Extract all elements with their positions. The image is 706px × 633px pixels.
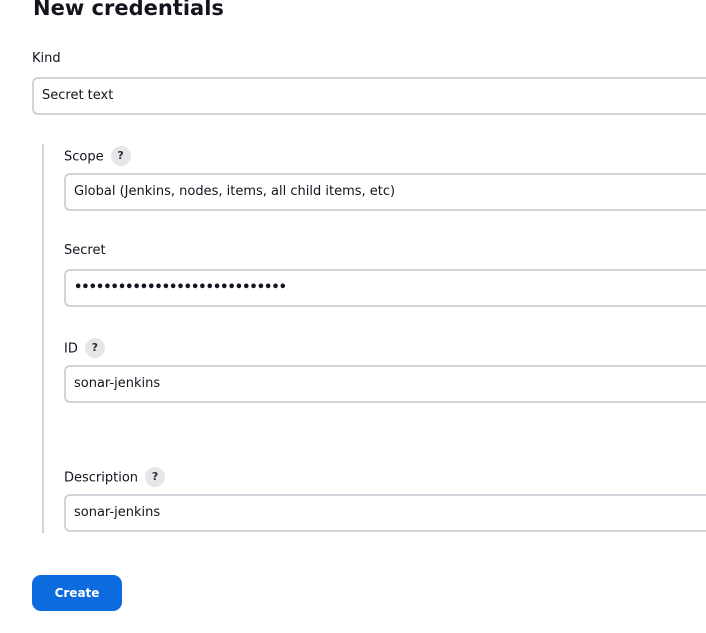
kind-select[interactable]: Secret text — [32, 77, 706, 115]
description-input-value: sonar-jenkins — [74, 505, 161, 520]
secret-label: Secret — [64, 243, 106, 259]
description-label: Description? — [64, 467, 166, 488]
id-input[interactable]: sonar-jenkins — [64, 365, 706, 403]
secret-label-text: Secret — [64, 243, 106, 258]
create-button[interactable]: Create — [32, 575, 122, 611]
secret-input-value: ••••••••••••••••••••••••••••• — [74, 280, 287, 295]
new-credentials-page: New credentials Kind Secret text Scope? … — [0, 0, 706, 633]
id-help-icon[interactable]: ? — [84, 338, 105, 358]
id-label-text: ID — [64, 341, 78, 357]
scope-select[interactable]: Global (Jenkins, nodes, items, all child… — [64, 173, 706, 211]
kind-label: Kind — [32, 51, 61, 67]
id-input-value: sonar-jenkins — [74, 376, 161, 391]
page-title: New credentials — [33, 0, 224, 20]
id-label: ID? — [64, 338, 105, 359]
scope-help-icon[interactable]: ? — [110, 146, 131, 166]
nested-section-rule — [42, 144, 44, 533]
description-help-icon[interactable]: ? — [145, 467, 166, 487]
kind-select-value: Secret text — [42, 88, 114, 103]
scope-select-value: Global (Jenkins, nodes, items, all child… — [74, 184, 396, 199]
secret-input[interactable]: ••••••••••••••••••••••••••••• — [64, 269, 706, 307]
description-label-text: Description — [64, 470, 139, 486]
scope-label: Scope? — [64, 146, 131, 167]
description-input[interactable]: sonar-jenkins — [64, 494, 706, 532]
scope-label-text: Scope — [64, 149, 104, 165]
kind-label-text: Kind — [32, 51, 61, 66]
